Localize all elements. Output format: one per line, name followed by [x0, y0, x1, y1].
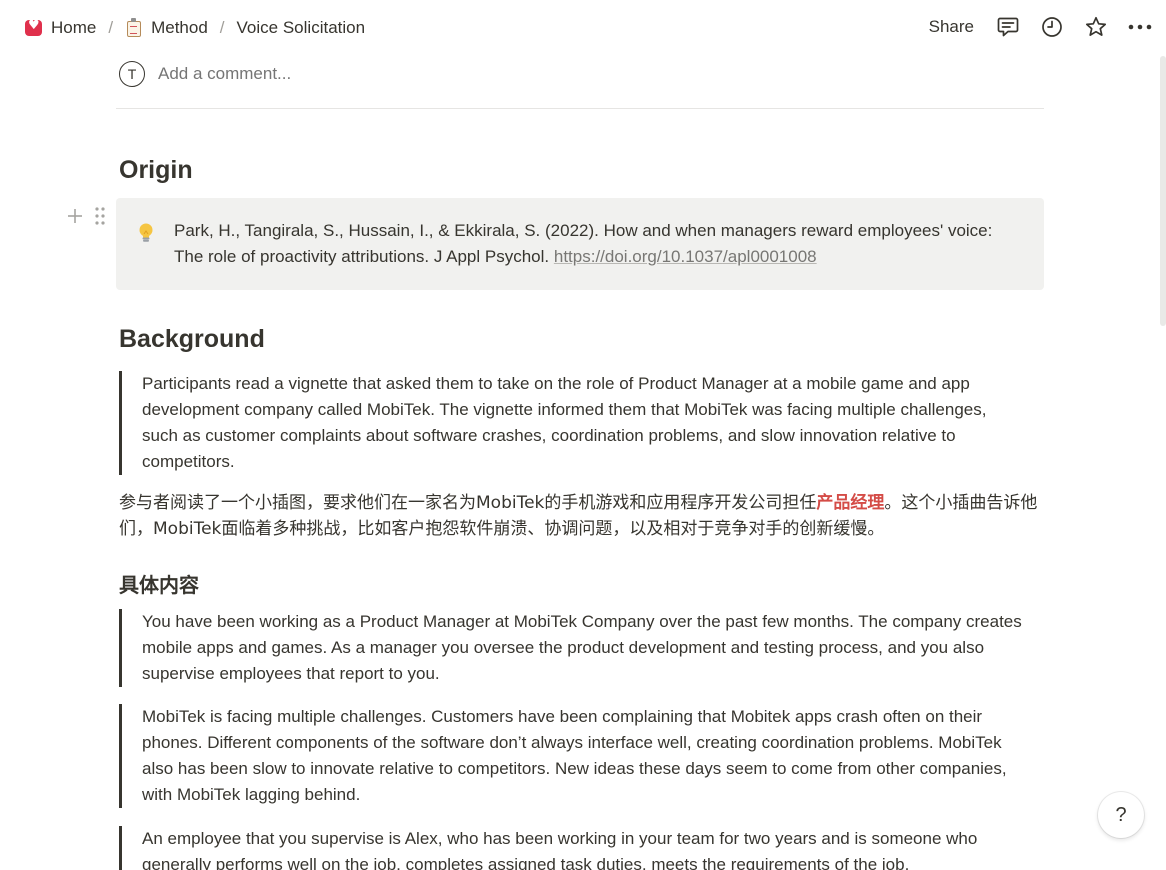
details-quote-3: An employee that you supervise is Alex, … — [119, 826, 1024, 870]
page-content: T Origin Park, H., Tangirala, S., Hussai… — [0, 0, 1166, 870]
comment-bar: T — [119, 60, 558, 88]
background-quote: Participants read a vignette that asked … — [119, 371, 1024, 475]
details-quote-1: You have been working as a Product Manag… — [119, 609, 1024, 687]
divider — [116, 108, 1044, 109]
background-chinese-paragraph: 参与者阅读了一个小插图，要求他们在一家名为MobiTek的手机游戏和应用程序开发… — [119, 490, 1039, 542]
cn-highlight: 产品经理 — [816, 493, 885, 513]
details-heading: 具体内容 — [119, 573, 199, 597]
doi-link[interactable]: https://doi.org/10.1037/apl0001008 — [554, 247, 817, 266]
comment-input[interactable] — [158, 64, 558, 84]
cn-text-before: 参与者阅读了一个小插图，要求他们在一家名为MobiTek的手机游戏和应用程序开发… — [119, 493, 817, 513]
background-heading: Background — [119, 325, 265, 353]
plus-icon[interactable] — [66, 207, 84, 225]
avatar: T — [119, 61, 145, 87]
details-quote-2: MobiTek is facing multiple challenges. C… — [119, 704, 1024, 808]
lightbulb-icon[interactable] — [137, 222, 155, 244]
block-handle — [66, 206, 106, 226]
help-button[interactable]: ? — [1098, 792, 1144, 838]
origin-heading: Origin — [119, 156, 193, 184]
citation-callout: Park, H., Tangirala, S., Hussain, I., & … — [116, 198, 1044, 290]
drag-handle-icon[interactable] — [94, 206, 106, 226]
citation-text: Park, H., Tangirala, S., Hussain, I., & … — [174, 218, 1024, 270]
